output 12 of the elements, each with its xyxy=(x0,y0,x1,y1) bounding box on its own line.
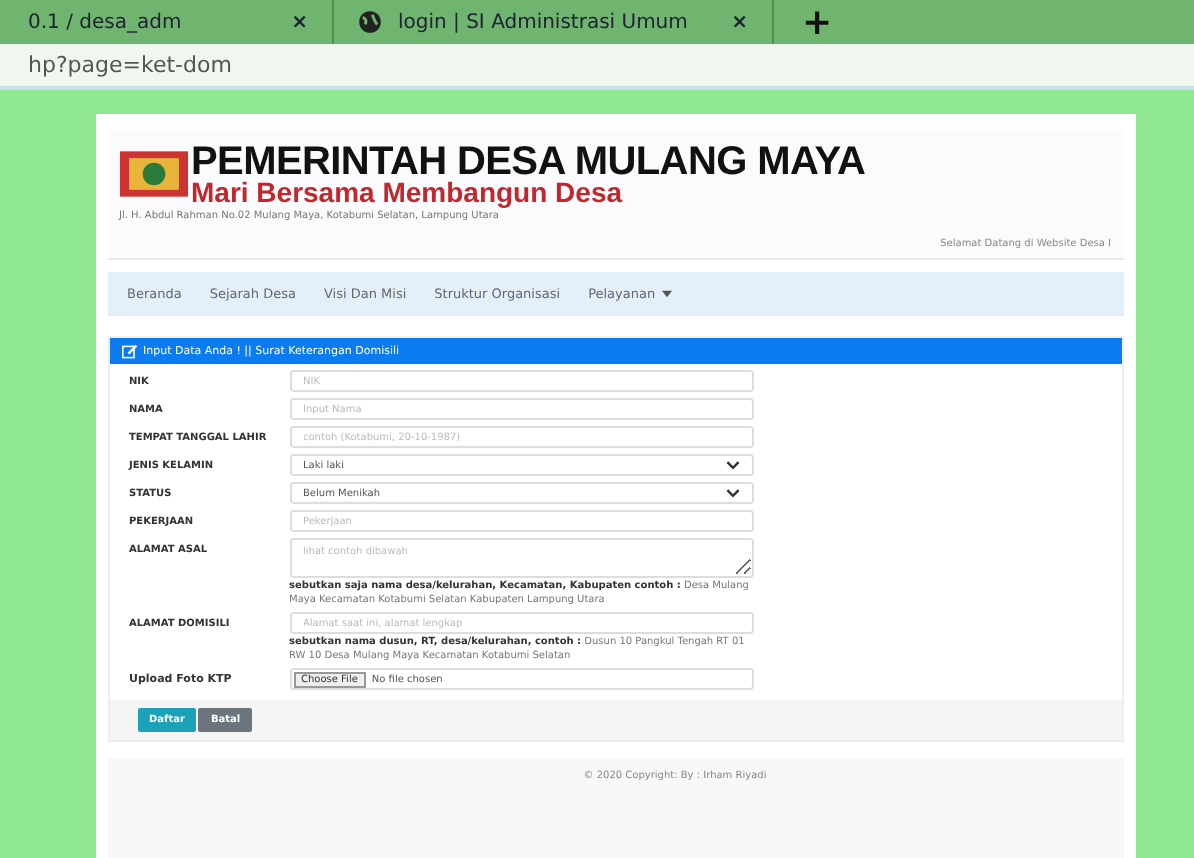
tab-title: login | SI Administrasi Umum xyxy=(398,11,688,33)
emblem-logo-icon xyxy=(119,146,187,202)
tab-title: 0.1 / desa_adm xyxy=(28,11,182,33)
address-bar[interactable]: hp?page=ket-dom xyxy=(0,44,1194,90)
chevron-icon xyxy=(725,488,739,498)
new-tab-button[interactable]: + xyxy=(802,1,833,43)
site-title: PEMERINTAH DESA MULANG MAYA xyxy=(191,142,866,182)
close-icon[interactable]: × xyxy=(291,11,308,33)
close-icon[interactable]: × xyxy=(731,11,748,33)
edit-icon xyxy=(121,343,137,359)
site-slogan: Mari Bersama Membangun Desa xyxy=(191,178,625,206)
chevron-icon xyxy=(725,460,739,470)
